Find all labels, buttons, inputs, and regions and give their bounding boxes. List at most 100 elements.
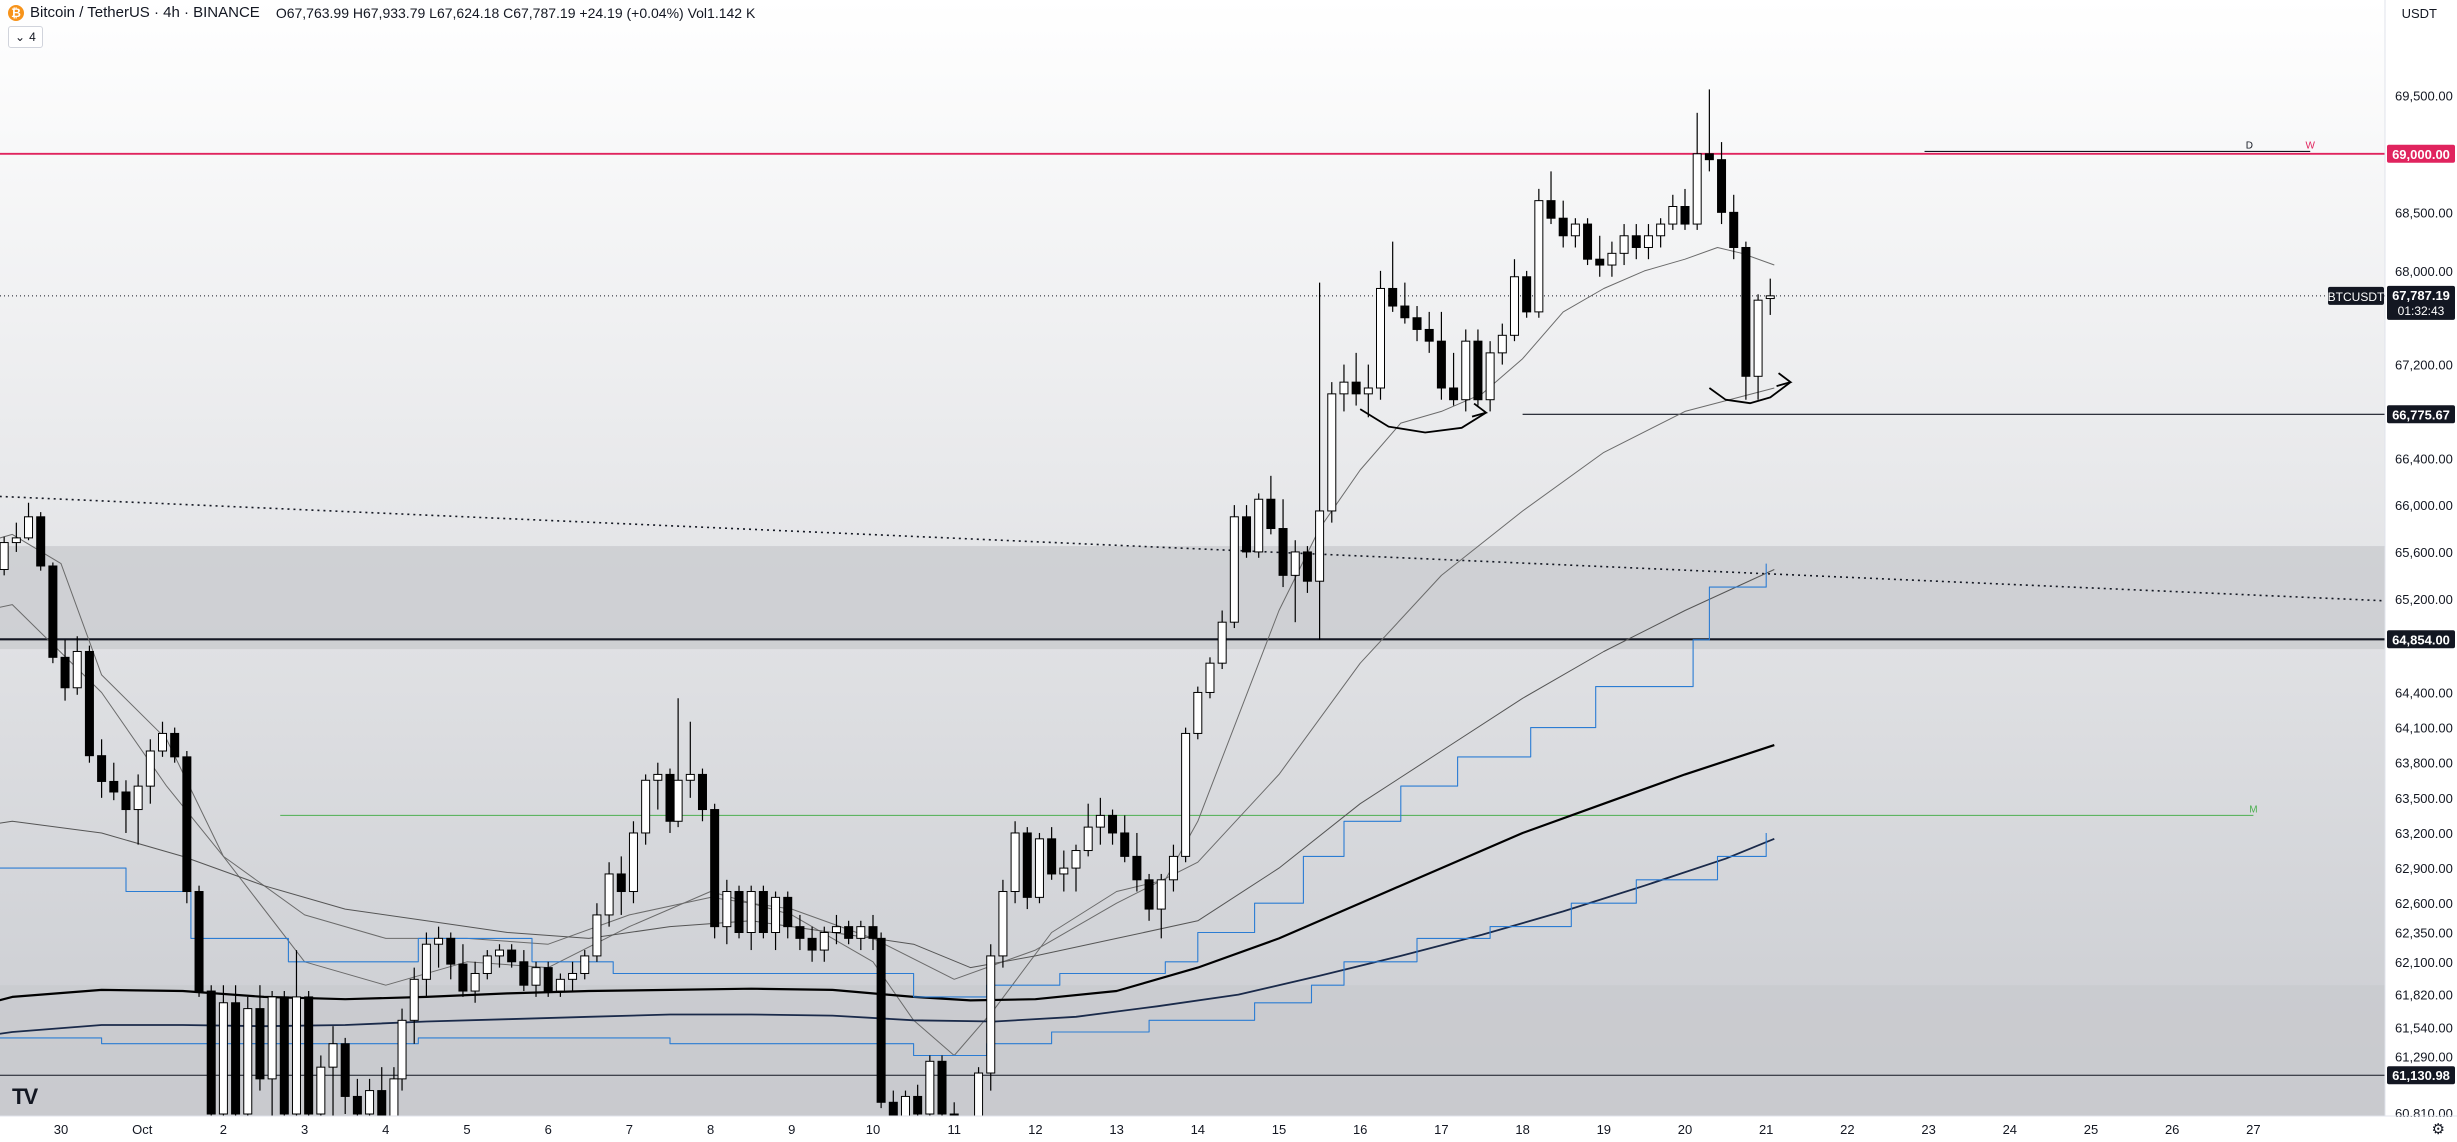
candle-94 [1022, 827, 1032, 910]
candle-body-up [1485, 352, 1495, 401]
candle-body-up [641, 779, 651, 834]
candle-body-up [0, 542, 9, 571]
candle-body-down [1144, 879, 1154, 910]
gear-icon[interactable]: ⚙ [2432, 1120, 2445, 1138]
price-label-69,000.00: 69,000.00 [2392, 147, 2450, 162]
candle-body-up [1254, 498, 1264, 553]
chevron-down-icon: ⌄ [15, 30, 26, 44]
tradingview-logo[interactable]: TV [12, 1084, 38, 1110]
candle-108 [1193, 686, 1203, 740]
candle-body-down [97, 755, 107, 782]
level-mark-M: M [2249, 804, 2257, 815]
candle-body-down [1729, 211, 1739, 248]
candle-body-down [194, 891, 204, 992]
candle-body-down [795, 926, 805, 939]
x-tick-label: 20 [1678, 1122, 1692, 1137]
candle-body-up [746, 891, 756, 933]
candle-body-up [365, 1090, 375, 1115]
candle-43 [397, 1008, 407, 1091]
candle-body-up [998, 891, 1008, 957]
symbol-title[interactable]: Bitcoin / TetherUS · 4h · BINANCE [30, 4, 260, 21]
candle-135 [1522, 270, 1532, 318]
candle-body-up [653, 773, 663, 781]
y-tick-label: 63,800.00 [2395, 756, 2453, 771]
x-tick-label: 21 [1759, 1122, 1773, 1137]
x-tick-label: 15 [1272, 1122, 1286, 1137]
candle-body-down [1412, 317, 1422, 330]
candle-body-up [11, 537, 21, 544]
candle-body-down [340, 1043, 350, 1097]
candle-91 [986, 944, 996, 1091]
candle-body-down [1436, 340, 1446, 389]
level-mark-W: W [2306, 140, 2316, 151]
y-tick-label: 65,200.00 [2395, 592, 2453, 607]
candle-body-down [1704, 153, 1714, 161]
candle-90 [974, 1067, 984, 1116]
indicators-toggle-button[interactable]: ⌄ 4 [8, 26, 43, 48]
candle-body-down [1242, 516, 1252, 553]
x-tick-label: 27 [2246, 1122, 2260, 1137]
candle-111 [1229, 505, 1239, 629]
candle-body-up [267, 996, 277, 1080]
candle-body-up [133, 785, 143, 811]
y-tick-label: 62,900.00 [2395, 861, 2453, 876]
candle-body-down [807, 937, 817, 951]
candle-body-down [665, 773, 675, 822]
candle-body-down [758, 891, 768, 933]
candle-body-up [1497, 334, 1507, 354]
candle-body-up [1376, 287, 1385, 389]
price-label-66,775.67: 66,775.67 [2392, 407, 2450, 422]
candle-153 [1741, 241, 1751, 400]
candle-body-up [1229, 516, 1239, 623]
candle-body-up [1363, 387, 1373, 395]
x-tick-label: 17 [1434, 1122, 1448, 1137]
candle-body-up [1461, 340, 1471, 401]
candle-body-up [1168, 855, 1178, 881]
candle-body-up [531, 967, 541, 986]
x-tick-label: 4 [382, 1122, 389, 1137]
candle-35 [304, 991, 314, 1116]
candle-130 [1461, 329, 1471, 412]
current-price-text: 67,787.19 [2392, 288, 2450, 303]
candle-123 [1376, 270, 1385, 400]
candle-body-down [1741, 246, 1751, 377]
y-tick-label: 62,350.00 [2395, 926, 2453, 941]
candle-body-up [604, 873, 614, 916]
x-tick-label: 25 [2084, 1122, 2098, 1137]
price-label-64,854.00: 64,854.00 [2392, 632, 2450, 647]
y-tick-label: 68,000.00 [2395, 264, 2453, 279]
candle-body-up [482, 955, 492, 974]
candle-body-up [1010, 832, 1020, 893]
candle-body-up [1656, 223, 1666, 237]
candle-body-up [24, 516, 34, 539]
x-tick-label: 7 [626, 1122, 633, 1137]
x-tick-label: 23 [1921, 1122, 1935, 1137]
support-zone-0 [0, 546, 2385, 650]
candle-body-up [1315, 510, 1325, 582]
price-label-61,130.98: 61,130.98 [2392, 1068, 2450, 1083]
candle-body-down [48, 565, 58, 658]
candle-body-down [352, 1095, 362, 1115]
candle-body-up [1607, 252, 1617, 266]
x-tick-label: 16 [1353, 1122, 1367, 1137]
candle-body-down [1558, 217, 1568, 237]
x-tick-label: 12 [1028, 1122, 1042, 1137]
candle-95 [1034, 832, 1044, 904]
symbol-tag: BTCUSDT [2328, 290, 2385, 304]
price-axis-unit[interactable]: USDT [2402, 6, 2437, 21]
candle-body-up [1071, 850, 1081, 869]
candle-body-down [913, 1095, 923, 1115]
candle-body-up [1619, 235, 1629, 254]
candle-13 [36, 512, 46, 571]
candle-body-down [1583, 223, 1593, 260]
y-tick-label: 61,540.00 [2395, 1020, 2453, 1035]
x-tick-label: 6 [545, 1122, 552, 1137]
candle-body-down [1108, 814, 1118, 834]
price-chart[interactable]: D W M 69,500.00 68,500.00 68,000.00 67,200.00 6… [0, 0, 2457, 1142]
x-tick-label: 13 [1109, 1122, 1123, 1137]
candle-body-down [937, 1060, 947, 1115]
candle-107 [1181, 727, 1191, 863]
candle-body-down [1278, 528, 1288, 576]
candle-27 [206, 985, 216, 1116]
y-tick-label: 62,600.00 [2395, 896, 2453, 911]
